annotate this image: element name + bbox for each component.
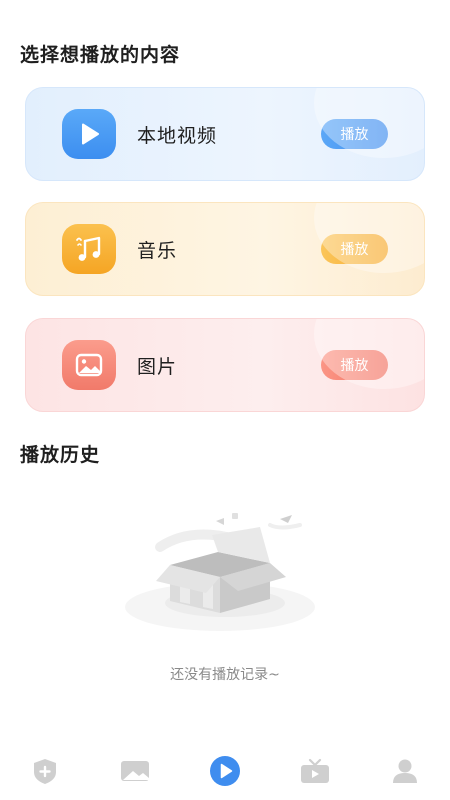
card-local-video[interactable]: 本地视频 播放 [25,87,425,181]
empty-history-text: 还没有播放记录~ [170,667,280,683]
play-button-photo[interactable]: 播放 [321,350,388,380]
tv-icon [301,758,329,783]
tab-picture[interactable] [105,742,165,800]
card-music[interactable]: 音乐 播放 [25,202,425,296]
card-label: 本地视频 [137,125,218,147]
tab-user[interactable] [375,742,435,800]
play-button-local-video[interactable]: 播放 [321,119,388,149]
card-label: 图片 [137,356,178,378]
tab-play[interactable] [195,742,255,800]
play-circle-icon [210,756,240,786]
tab-tv[interactable] [285,742,345,800]
user-icon [393,759,417,783]
play-button-music[interactable]: 播放 [321,234,388,264]
card-label: 音乐 [137,240,178,262]
picture-frame-icon [121,761,149,781]
empty-box-illustration [120,505,330,635]
shield-plus-icon [34,759,56,784]
play-icon [62,109,116,159]
image-icon [62,340,116,390]
card-photo[interactable]: 图片 播放 [25,318,425,412]
music-note-icon [62,224,116,274]
section-title-choose: 选择想播放的内容 [20,44,181,66]
bottom-tab-bar [0,742,450,800]
tab-add[interactable] [15,742,75,800]
section-title-history: 播放历史 [20,444,101,466]
